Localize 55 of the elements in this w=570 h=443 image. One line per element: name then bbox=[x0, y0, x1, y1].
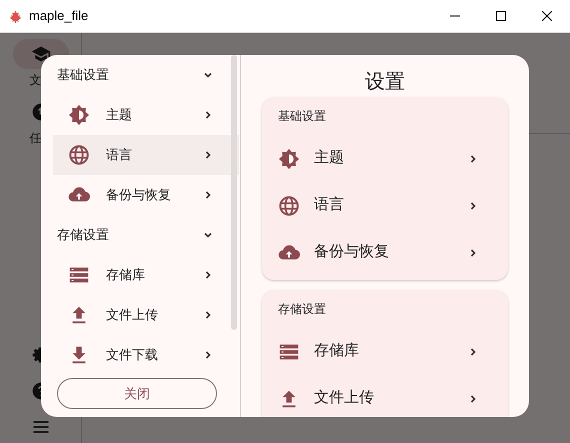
section-title: 基础设置 bbox=[57, 66, 110, 84]
chevron-right-icon bbox=[468, 394, 478, 404]
nav-label: 备份与恢复 bbox=[106, 186, 172, 204]
section-title: 存储设置 bbox=[57, 226, 110, 244]
section-header[interactable]: 存储设置 bbox=[53, 215, 239, 255]
globe-icon bbox=[68, 144, 90, 166]
chevron-down-icon bbox=[203, 70, 213, 80]
nav-label: 文件上传 bbox=[106, 306, 159, 324]
nav-item[interactable]: 主题 bbox=[53, 95, 239, 135]
nav-item[interactable]: 备份与恢复 bbox=[53, 175, 239, 215]
nav-label: 存储库 bbox=[106, 266, 146, 284]
nav-item[interactable]: 存储库 bbox=[53, 255, 239, 295]
close-dialog-button[interactable]: 关闭 bbox=[57, 378, 217, 409]
chevron-right-icon bbox=[203, 350, 213, 360]
nav-item[interactable]: 文件下载 bbox=[53, 335, 239, 375]
chevron-right-icon bbox=[203, 150, 213, 160]
chevron-right-icon bbox=[203, 110, 213, 120]
chevron-right-icon bbox=[203, 310, 213, 320]
nav-item[interactable]: 文件上传 bbox=[53, 295, 239, 335]
scrollbar[interactable] bbox=[231, 55, 237, 330]
card-title: 存储设置 bbox=[277, 301, 327, 318]
maximize-icon bbox=[496, 11, 506, 21]
section-header[interactable]: 基础设置 bbox=[53, 55, 239, 95]
item-label: 主题 bbox=[314, 148, 345, 168]
globe-icon bbox=[278, 194, 300, 216]
settings-item[interactable]: 语言 bbox=[262, 182, 508, 229]
dialog-title: 设置 bbox=[364, 70, 406, 95]
nav-label: 文件下载 bbox=[106, 346, 159, 364]
chevron-right-icon bbox=[203, 190, 213, 200]
nav-item[interactable]: 语言 bbox=[53, 135, 239, 175]
nav-label: 语言 bbox=[106, 146, 133, 164]
chevron-down-icon bbox=[203, 230, 213, 240]
maple-leaf-icon bbox=[9, 10, 22, 22]
brightness-icon bbox=[278, 148, 300, 170]
settings-item[interactable]: 备份与恢复 bbox=[262, 229, 508, 276]
close-icon bbox=[542, 11, 552, 21]
chevron-right-icon bbox=[468, 200, 478, 210]
settings-item[interactable]: 主题 bbox=[262, 135, 508, 182]
settings-item[interactable]: 文件上传 bbox=[262, 375, 508, 417]
chevron-right-icon bbox=[203, 270, 213, 280]
graduation-cap-icon bbox=[30, 44, 50, 64]
item-label: 存储库 bbox=[314, 341, 360, 362]
chevron-right-icon bbox=[468, 248, 478, 258]
item-label: 语言 bbox=[314, 195, 345, 216]
nav-label: 主题 bbox=[106, 106, 133, 124]
item-label: 文件上传 bbox=[314, 388, 375, 408]
nav-label: 文 bbox=[30, 72, 42, 89]
settings-item[interactable]: 存储库 bbox=[262, 328, 508, 375]
chevron-right-icon bbox=[468, 154, 478, 164]
nav-label: 任 bbox=[30, 130, 42, 147]
brightness-icon bbox=[68, 104, 90, 126]
window-title: maple_file bbox=[29, 7, 88, 26]
chevron-right-icon bbox=[468, 346, 478, 356]
card-title: 基础设置 bbox=[277, 108, 327, 125]
item-label: 备份与恢复 bbox=[314, 242, 390, 262]
